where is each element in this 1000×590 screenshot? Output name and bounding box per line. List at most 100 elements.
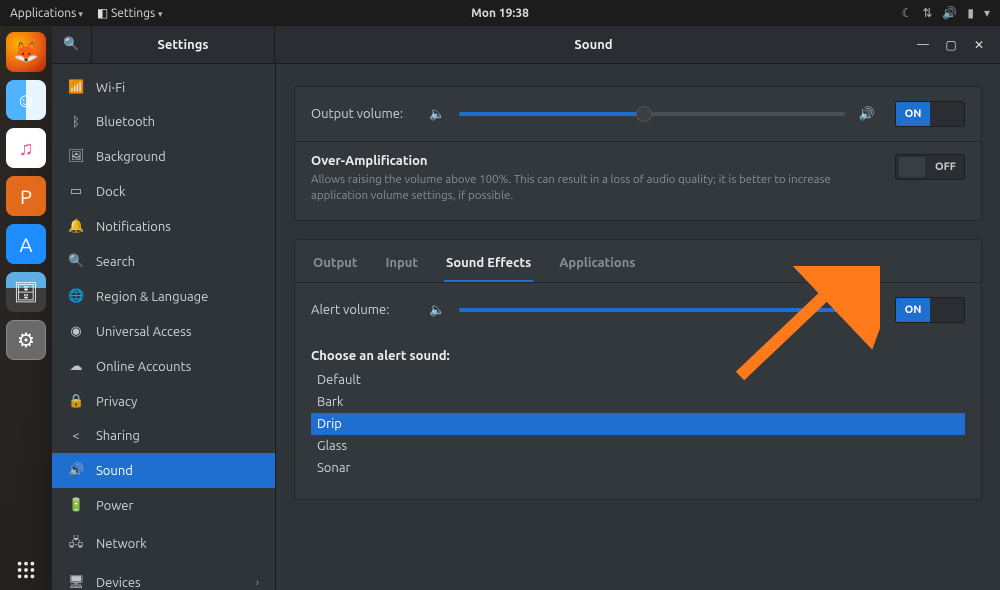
search-button[interactable]: 🔍 [52,26,92,64]
sidebar-item-label: Sharing [96,429,140,443]
sidebar-item-label: Online Accounts [96,360,191,374]
dock-firefox[interactable]: 🦊 [6,32,46,72]
sidebar-item-sound[interactable]: 🔊 Sound [52,453,275,488]
sidebar-item-bluetooth[interactable]: ᛒ Bluetooth [52,105,275,139]
sidebar-item-sharing[interactable]: < Sharing [52,419,275,453]
sidebar-item-label: Search [96,255,135,269]
dock-show-apps[interactable] [6,550,46,590]
alert-sound-list: DefaultBarkDripGlassSonar [311,369,965,479]
over-amplification-desc: Allows raising the volume above 100%. Th… [311,172,867,204]
sound-tabs-panel: Output Input Sound Effects Applications Ale… [294,239,982,500]
dock-finder[interactable]: ☺ [6,80,46,120]
titlebar: 🔍 Settings Sound — ▢ ✕ [52,26,1000,64]
output-volume-slider[interactable] [459,106,845,122]
sidebar-item-label: Network [96,537,147,551]
battery-tray-icon[interactable]: ▮ [967,6,974,20]
sidebar-item-label: Notifications [96,220,171,234]
sidebar-item-label: Background [96,150,166,164]
sidebar-item-wi-fi[interactable]: 📶 Wi-Fi [52,70,275,105]
dock: 🦊 ☺ ♫ P A 🗄 ⚙ [0,26,52,590]
dock-icon: ▭ [68,184,84,199]
sidebar-item-label: Power [96,499,133,513]
sidebar-item-privacy[interactable]: 🔒 Privacy [52,384,275,419]
page-title: Sound [275,38,912,52]
chevron-right-icon: › [256,577,259,589]
sidebar-item-label: Sound [96,464,133,478]
sidebar-item-devices[interactable]: 🖥 Devices › [52,565,275,590]
dock-files[interactable]: 🗄 [6,272,46,312]
sidebar-item-label: Wi-Fi [96,81,125,95]
notifications-icon: 🔔 [68,219,84,234]
output-mute-toggle[interactable]: ON [895,101,965,127]
network-tray-icon[interactable]: ⇅ [922,6,932,20]
volume-tray-icon[interactable]: 🔊 [942,6,957,20]
settings-window: 🔍 Settings Sound — ▢ ✕ 📶 Wi-Fi ᛒ Bluetooth 🖼… [52,26,1000,590]
maximize-button[interactable]: ▢ [940,34,962,56]
tab-applications[interactable]: Applications [557,250,637,282]
sidebar-title: Settings [92,26,275,64]
applications-menu[interactable]: Applications [10,7,83,20]
sidebar-item-label: Region & Language [96,290,208,304]
search-icon: 🔍 [68,254,84,269]
over-amplification-title: Over-Amplification [311,154,867,168]
alert-volume-slider[interactable] [459,302,845,318]
sidebar-item-dock[interactable]: ▭ Dock [52,174,275,209]
alert-sound-default[interactable]: Default [311,369,965,391]
alert-volume-label: Alert volume: [311,303,421,317]
alert-mute-toggle[interactable]: ON [895,297,965,323]
privacy-icon: 🔒 [68,394,84,409]
sidebar-item-network[interactable]: 🖧 Network [52,523,275,565]
sidebar-item-search[interactable]: 🔍 Search [52,244,275,279]
sidebar-item-region-language[interactable]: 🌐 Region & Language [52,279,275,314]
online-accounts-icon: ☁ [68,359,84,374]
top-panel: Applications ◧ Settings Mon 19:38 ☾ ⇅ 🔊 … [0,0,1000,26]
alert-sound-drip[interactable]: Drip [311,413,965,435]
power-tray-icon[interactable]: ▾ [984,6,990,20]
settings-sidebar[interactable]: 📶 Wi-Fi ᛒ Bluetooth 🖼 Background ▭ Dock 🔔 Notific… [52,64,276,590]
bluetooth-icon: ᛒ [68,115,84,129]
sidebar-item-universal-access[interactable]: ◉ Universal Access [52,314,275,349]
sound-panel: Output volume: 🔈 🔊 ON [276,64,1000,590]
tab-sound-effects[interactable]: Sound Effects [444,250,533,282]
background-icon: 🖼 [68,149,84,164]
night-light-icon[interactable]: ☾ [902,6,913,20]
sharing-icon: < [68,429,84,443]
sidebar-item-online-accounts[interactable]: ☁ Online Accounts [52,349,275,384]
over-amplification-toggle[interactable]: OFF [895,154,965,180]
tab-input[interactable]: Input [383,250,420,282]
tab-output[interactable]: Output [311,250,359,282]
dock-music[interactable]: ♫ [6,128,46,168]
sidebar-item-label: Devices [96,576,141,590]
universal-access-icon: ◉ [68,324,84,339]
sidebar-item-label: Bluetooth [96,115,155,129]
power-icon: 🔋 [68,498,84,513]
dock-ppt[interactable]: P [6,176,46,216]
active-app-menu[interactable]: ◧ Settings [97,6,163,20]
sidebar-item-background[interactable]: 🖼 Background [52,139,275,174]
output-volume-panel: Output volume: 🔈 🔊 ON [294,86,982,221]
sound-tabs: Output Input Sound Effects Applications [295,240,981,283]
sidebar-item-label: Privacy [96,395,137,409]
sound-icon: 🔊 [68,463,84,478]
sidebar-item-power[interactable]: 🔋 Power [52,488,275,523]
sidebar-item-label: Universal Access [96,325,191,339]
dock-settings[interactable]: ⚙ [6,320,46,360]
region-language-icon: 🌐 [68,289,84,304]
minimize-button[interactable]: — [912,34,934,56]
close-button[interactable]: ✕ [968,34,990,56]
alert-sound-bark[interactable]: Bark [311,391,965,413]
speaker-low-icon: 🔈 [429,303,445,318]
network-icon: 🖧 [68,533,84,555]
wi-fi-icon: 📶 [68,80,84,95]
search-icon: 🔍 [63,37,79,52]
sidebar-item-label: Dock [96,185,125,199]
speaker-high-icon: 🔊 [859,303,875,318]
desktop: 🦊 ☺ ♫ P A 🗄 ⚙ 🔍 Settings Sound — ▢ ✕ 📶W [0,26,1000,590]
dock-appstore[interactable]: A [6,224,46,264]
sidebar-item-notifications[interactable]: 🔔 Notifications [52,209,275,244]
alert-sound-glass[interactable]: Glass [311,435,965,457]
devices-icon: 🖥 [68,575,84,590]
speaker-low-icon: 🔈 [429,107,445,122]
alert-sound-sonar[interactable]: Sonar [311,457,965,479]
speaker-high-icon: 🔊 [859,107,875,122]
